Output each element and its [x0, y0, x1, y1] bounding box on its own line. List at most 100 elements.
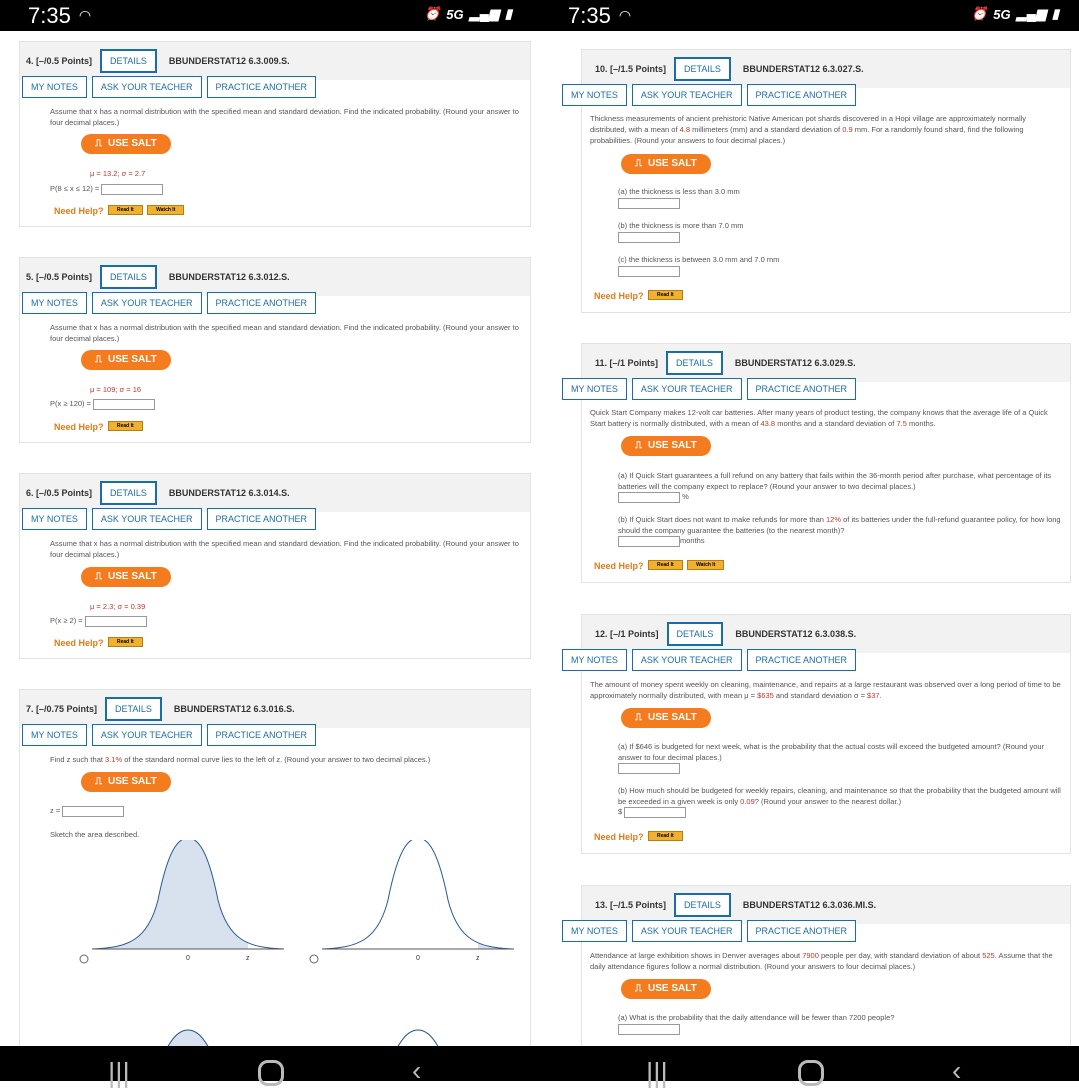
use-salt-button[interactable]: ⎍ USE SALT — [81, 566, 171, 587]
practice-another-button[interactable]: PRACTICE ANOTHER — [206, 508, 317, 530]
part-b-input[interactable] — [618, 232, 680, 243]
radio-option-1[interactable] — [79, 954, 89, 964]
ask-teacher-button[interactable]: ASK YOUR TEACHER — [91, 76, 202, 98]
read-it-button[interactable]: Read It — [647, 559, 683, 570]
details-button[interactable]: DETAILS — [100, 49, 157, 73]
part-a-input[interactable] — [618, 491, 680, 503]
radio-option-2[interactable] — [309, 954, 319, 964]
zero-label: 0 — [186, 955, 190, 962]
use-salt-button[interactable]: ⎍ USE SALT — [621, 707, 711, 728]
details-button[interactable]: DETAILS — [674, 57, 731, 81]
question-4: 4. [–/0.5 Points] DETAILS BBUNDERSTAT12 … — [19, 41, 531, 227]
details-button[interactable]: DETAILS — [666, 622, 724, 646]
ask-teacher-button[interactable]: ASK YOUR TEACHER — [91, 508, 202, 530]
question-text: Attendance at large exhibition shows in … — [590, 951, 1053, 971]
ask-teacher-button[interactable]: ASK YOUR TEACHER — [631, 920, 742, 942]
answer-input[interactable] — [84, 615, 147, 627]
use-salt-button[interactable]: ⎍ USE SALT — [621, 435, 711, 456]
practice-another-button[interactable]: PRACTICE ANOTHER — [206, 76, 317, 98]
right-screen: 10. [–/1.5 Points] DETAILS BBUNDERSTAT12… — [540, 31, 1079, 1046]
wifi-icon: ◠ — [618, 7, 632, 23]
part-b-input[interactable] — [624, 806, 687, 818]
ask-teacher-button[interactable]: ASK YOUR TEACHER — [631, 378, 742, 400]
network-label: 5G — [446, 6, 464, 22]
question-12: 12. [–/1 Points] DETAILS BBUNDERSTAT12 6… — [562, 614, 1071, 854]
details-button[interactable]: DETAILS — [100, 481, 157, 505]
answer-input[interactable] — [93, 398, 156, 410]
read-it-button[interactable]: Read It — [107, 204, 143, 215]
my-notes-button[interactable]: MY NOTES — [562, 649, 627, 671]
wifi-icon: ◠ — [78, 7, 92, 23]
answer-input[interactable] — [101, 183, 164, 195]
practice-another-button[interactable]: PRACTICE ANOTHER — [746, 649, 857, 671]
my-notes-button[interactable]: MY NOTES — [22, 292, 87, 314]
salt-icon: ⎍ — [95, 138, 102, 149]
curve-option-4[interactable] — [388, 1029, 448, 1046]
details-button[interactable]: DETAILS — [105, 697, 162, 721]
salt-label: USE SALT — [108, 354, 157, 365]
signal-icon: ▂▄▆ — [1016, 6, 1046, 21]
use-salt-button[interactable]: ⎍ USE SALT — [621, 978, 711, 999]
practice-another-button[interactable]: PRACTICE ANOTHER — [206, 724, 317, 746]
use-salt-button[interactable]: ⎍ USE SALT — [621, 153, 711, 174]
curve-option-3[interactable] — [158, 1029, 218, 1046]
my-notes-button[interactable]: MY NOTES — [22, 508, 87, 530]
practice-another-button[interactable]: PRACTICE ANOTHER — [746, 84, 857, 106]
z-answer-input[interactable] — [62, 805, 125, 817]
read-it-button[interactable]: Read It — [107, 420, 143, 431]
details-button[interactable]: DETAILS — [674, 893, 731, 917]
dollar-sign: $ — [618, 807, 623, 816]
recent-apps-icon[interactable]: ||| — [646, 1058, 668, 1088]
salt-label: USE SALT — [648, 440, 697, 451]
ask-teacher-button[interactable]: ASK YOUR TEACHER — [631, 649, 742, 671]
watch-it-button[interactable]: Watch It — [687, 559, 725, 570]
use-salt-button[interactable]: ⎍ USE SALT — [81, 349, 171, 370]
alarm-icon: ⏰ — [424, 6, 441, 21]
watch-it-button[interactable]: Watch It — [147, 204, 185, 215]
ask-teacher-button[interactable]: ASK YOUR TEACHER — [631, 84, 742, 106]
home-icon[interactable] — [798, 1060, 824, 1086]
part-a-input[interactable] — [618, 198, 680, 209]
read-it-button[interactable]: Read It — [647, 289, 683, 300]
probability-label: P(x ≥ 2) = — [50, 616, 83, 625]
back-icon[interactable]: ‹ — [952, 1056, 961, 1086]
home-icon[interactable] — [258, 1060, 284, 1086]
my-notes-button[interactable]: MY NOTES — [22, 76, 87, 98]
alarm-icon: ⏰ — [971, 6, 988, 21]
salt-icon: ⎍ — [95, 571, 102, 582]
practice-another-button[interactable]: PRACTICE ANOTHER — [746, 378, 857, 400]
ask-teacher-button[interactable]: ASK YOUR TEACHER — [91, 292, 202, 314]
practice-another-button[interactable]: PRACTICE ANOTHER — [206, 292, 317, 314]
question-code: BBUNDERSTAT12 6.3.029.S. — [734, 358, 856, 368]
signal-icon: ▂▄▆ — [469, 6, 499, 21]
need-help-label: Need Help? — [594, 832, 644, 842]
question-6: 6. [–/0.5 Points] DETAILS BBUNDERSTAT12 … — [19, 473, 531, 659]
use-salt-button[interactable]: ⎍ USE SALT — [81, 133, 171, 154]
details-button[interactable]: DETAILS — [100, 265, 157, 289]
my-notes-button[interactable]: MY NOTES — [22, 724, 87, 746]
practice-another-button[interactable]: PRACTICE ANOTHER — [746, 920, 857, 942]
question-code: BBUNDERSTAT12 6.3.009.S. — [168, 56, 290, 66]
details-button[interactable]: DETAILS — [666, 351, 723, 375]
part-a-input[interactable] — [618, 763, 680, 774]
back-icon[interactable]: ‹ — [412, 1056, 421, 1086]
zero-label: 0 — [416, 955, 420, 962]
read-it-button[interactable]: Read It — [107, 636, 143, 647]
recent-apps-icon[interactable]: ||| — [108, 1058, 130, 1088]
curve-option-1[interactable] — [91, 840, 285, 950]
part-a-input[interactable] — [618, 1024, 680, 1035]
question-text: Assume that x has a normal distribution … — [50, 539, 519, 559]
part-c-input[interactable] — [618, 266, 680, 277]
question-10: 10. [–/1.5 Points] DETAILS BBUNDERSTAT12… — [562, 49, 1071, 313]
salt-label: USE SALT — [108, 776, 157, 787]
curve-option-2[interactable] — [321, 840, 515, 950]
read-it-button[interactable]: Read It — [647, 830, 683, 841]
my-notes-button[interactable]: MY NOTES — [562, 84, 627, 106]
my-notes-button[interactable]: MY NOTES — [562, 378, 627, 400]
part-b-input[interactable] — [618, 535, 680, 547]
ask-teacher-button[interactable]: ASK YOUR TEACHER — [91, 724, 202, 746]
use-salt-button[interactable]: ⎍ USE SALT — [81, 771, 171, 792]
salt-icon: ⎍ — [95, 354, 102, 365]
my-notes-button[interactable]: MY NOTES — [562, 920, 627, 942]
salt-label: USE SALT — [108, 138, 157, 149]
